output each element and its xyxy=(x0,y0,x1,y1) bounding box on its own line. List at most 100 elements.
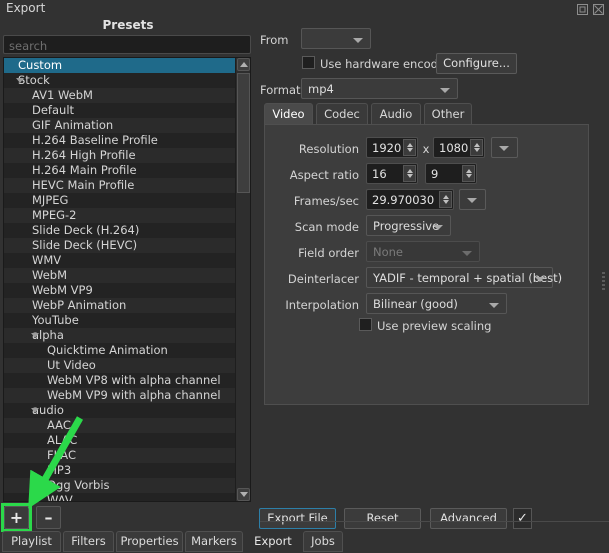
preset-item-label: WebM VP8 with alpha channel xyxy=(47,373,221,387)
stepper-arrows-icon[interactable] xyxy=(439,191,452,208)
field-order-select[interactable]: None xyxy=(366,241,480,262)
resolution-preset-button[interactable] xyxy=(491,137,518,158)
expand-collapse-icon[interactable] xyxy=(16,78,24,83)
preset-item[interactable]: WebM VP9 with alpha channel xyxy=(4,388,236,403)
deinterlacer-select[interactable]: YADIF - temporal + spatial (best) xyxy=(366,267,562,288)
chevron-down-icon xyxy=(489,303,499,308)
chevron-down-icon xyxy=(467,198,477,203)
preset-item-label: Slide Deck (HEVC) xyxy=(32,238,138,252)
preset-item[interactable]: Ogg Vorbis xyxy=(4,478,236,493)
tab-filters[interactable]: Filters xyxy=(63,531,114,552)
preset-item[interactable]: WAV xyxy=(4,493,236,501)
scroll-down-button[interactable] xyxy=(237,488,250,501)
tab-codec[interactable]: Codec xyxy=(316,103,368,125)
scroll-thumb[interactable] xyxy=(237,73,250,193)
advanced-button[interactable]: Advanced xyxy=(430,508,507,529)
hardware-encoder-checkbox[interactable] xyxy=(302,56,315,69)
close-window-icon[interactable] xyxy=(592,3,605,16)
panel-splitter-handle[interactable] xyxy=(601,270,606,296)
preset-item[interactable]: H.264 Main Profile xyxy=(4,163,236,178)
resolution-width-input[interactable]: 1920 xyxy=(366,137,418,158)
presets-scrollbar[interactable] xyxy=(235,58,250,501)
preset-item[interactable]: WMV xyxy=(4,253,236,268)
preset-item[interactable]: audio xyxy=(4,403,236,418)
preset-item-label: Quicktime Animation xyxy=(47,343,168,357)
export-file-button[interactable]: Export File xyxy=(259,508,336,529)
tab-jobs[interactable]: Jobs xyxy=(303,531,343,552)
preset-item[interactable]: MP3 xyxy=(4,463,236,478)
tab-other[interactable]: Other xyxy=(424,103,472,125)
preset-item[interactable]: ALAC xyxy=(4,433,236,448)
resolution-height-input[interactable]: 1080 xyxy=(433,137,485,158)
stepper-arrows-icon[interactable] xyxy=(462,165,475,182)
deinterlacer-label: Deinterlacer xyxy=(287,272,359,286)
preset-item[interactable]: WebM VP9 xyxy=(4,283,236,298)
preset-item-label: HEVC Main Profile xyxy=(32,178,135,192)
preset-item[interactable]: Custom xyxy=(4,58,236,73)
preset-item[interactable]: Slide Deck (H.264) xyxy=(4,223,236,238)
scan-mode-label: Scan mode xyxy=(294,220,359,234)
aspect-denominator-input[interactable]: 9 xyxy=(425,163,477,184)
preset-item[interactable]: FLAC xyxy=(4,448,236,463)
reset-button[interactable]: Reset xyxy=(344,508,421,529)
field-order-label: Field order xyxy=(298,246,359,260)
remove-preset-label: – xyxy=(44,508,53,527)
tab-markers[interactable]: Markers xyxy=(185,531,243,552)
preset-item[interactable]: H.264 Baseline Profile xyxy=(4,133,236,148)
float-window-icon[interactable] xyxy=(576,3,589,16)
confirm-checkmark-button[interactable]: ✓ xyxy=(513,508,532,529)
preset-item-label: MJPEG xyxy=(32,193,69,207)
presets-tree[interactable]: Custom Stock AV1 WebM Default GIF Animation H… xyxy=(3,57,251,502)
expand-collapse-icon[interactable] xyxy=(31,408,39,413)
preset-item-label: YouTube xyxy=(32,313,79,327)
preset-item[interactable]: WebP Animation xyxy=(4,298,236,313)
preset-item[interactable]: Stock xyxy=(4,73,236,88)
preset-item[interactable]: Quicktime Animation xyxy=(4,343,236,358)
expand-collapse-icon[interactable] xyxy=(31,333,39,338)
preset-item[interactable]: GIF Animation xyxy=(4,118,236,133)
fps-preset-button[interactable] xyxy=(459,189,486,210)
preset-item-label: WebM VP9 with alpha channel xyxy=(47,388,221,402)
tab-playlist[interactable]: Playlist xyxy=(2,531,61,552)
preset-item[interactable]: Ut Video xyxy=(4,358,236,373)
format-select[interactable]: mp4 xyxy=(301,78,458,99)
stepper-arrows-icon[interactable] xyxy=(403,139,416,156)
stepper-arrows-icon[interactable] xyxy=(403,165,416,182)
tab-video[interactable]: Video xyxy=(264,103,313,125)
preset-item[interactable]: H.264 High Profile xyxy=(4,148,236,163)
preset-item[interactable]: YouTube xyxy=(4,313,236,328)
search-input[interactable]: search xyxy=(3,35,251,54)
resolution-separator: x xyxy=(422,142,430,156)
settings-tabbar: Video Codec Audio Other xyxy=(264,103,589,125)
tab-audio[interactable]: Audio xyxy=(371,103,421,125)
preset-item[interactable]: AAC xyxy=(4,418,236,433)
remove-preset-button[interactable]: – xyxy=(36,506,61,529)
tab-properties[interactable]: Properties xyxy=(116,531,183,552)
preset-item[interactable]: alpha xyxy=(4,328,236,343)
aspect-numerator-input[interactable]: 16 xyxy=(366,163,418,184)
from-select[interactable] xyxy=(301,28,371,49)
interpolation-value: Bilinear (good) xyxy=(373,297,458,311)
preview-scaling-checkbox[interactable] xyxy=(359,318,372,331)
scan-mode-select[interactable]: Progressive xyxy=(366,215,451,236)
stepper-arrows-icon[interactable] xyxy=(470,139,483,156)
preset-item-label: ALAC xyxy=(47,433,78,447)
interpolation-label: Interpolation xyxy=(285,298,359,312)
preset-item[interactable]: WebM VP8 with alpha channel xyxy=(4,373,236,388)
preset-item[interactable]: MJPEG xyxy=(4,193,236,208)
chevron-down-icon xyxy=(462,251,472,256)
preset-item[interactable]: AV1 WebM xyxy=(4,88,236,103)
configure-button[interactable]: Configure... xyxy=(436,53,517,74)
preset-item[interactable]: Default xyxy=(4,103,236,118)
preset-item[interactable]: Slide Deck (HEVC) xyxy=(4,238,236,253)
preset-item[interactable]: WebM xyxy=(4,268,236,283)
fps-input[interactable]: 29.970030 xyxy=(366,189,454,210)
interpolation-select[interactable]: Bilinear (good) xyxy=(366,293,507,314)
preset-item-label: Default xyxy=(32,103,75,117)
scroll-up-button[interactable] xyxy=(237,58,250,71)
fps-value: 29.970030 xyxy=(372,193,435,207)
preset-item[interactable]: MPEG-2 xyxy=(4,208,236,223)
preset-item[interactable]: HEVC Main Profile xyxy=(4,178,236,193)
aspect-numerator-value: 16 xyxy=(372,167,387,181)
tab-export[interactable]: Export xyxy=(246,531,300,552)
